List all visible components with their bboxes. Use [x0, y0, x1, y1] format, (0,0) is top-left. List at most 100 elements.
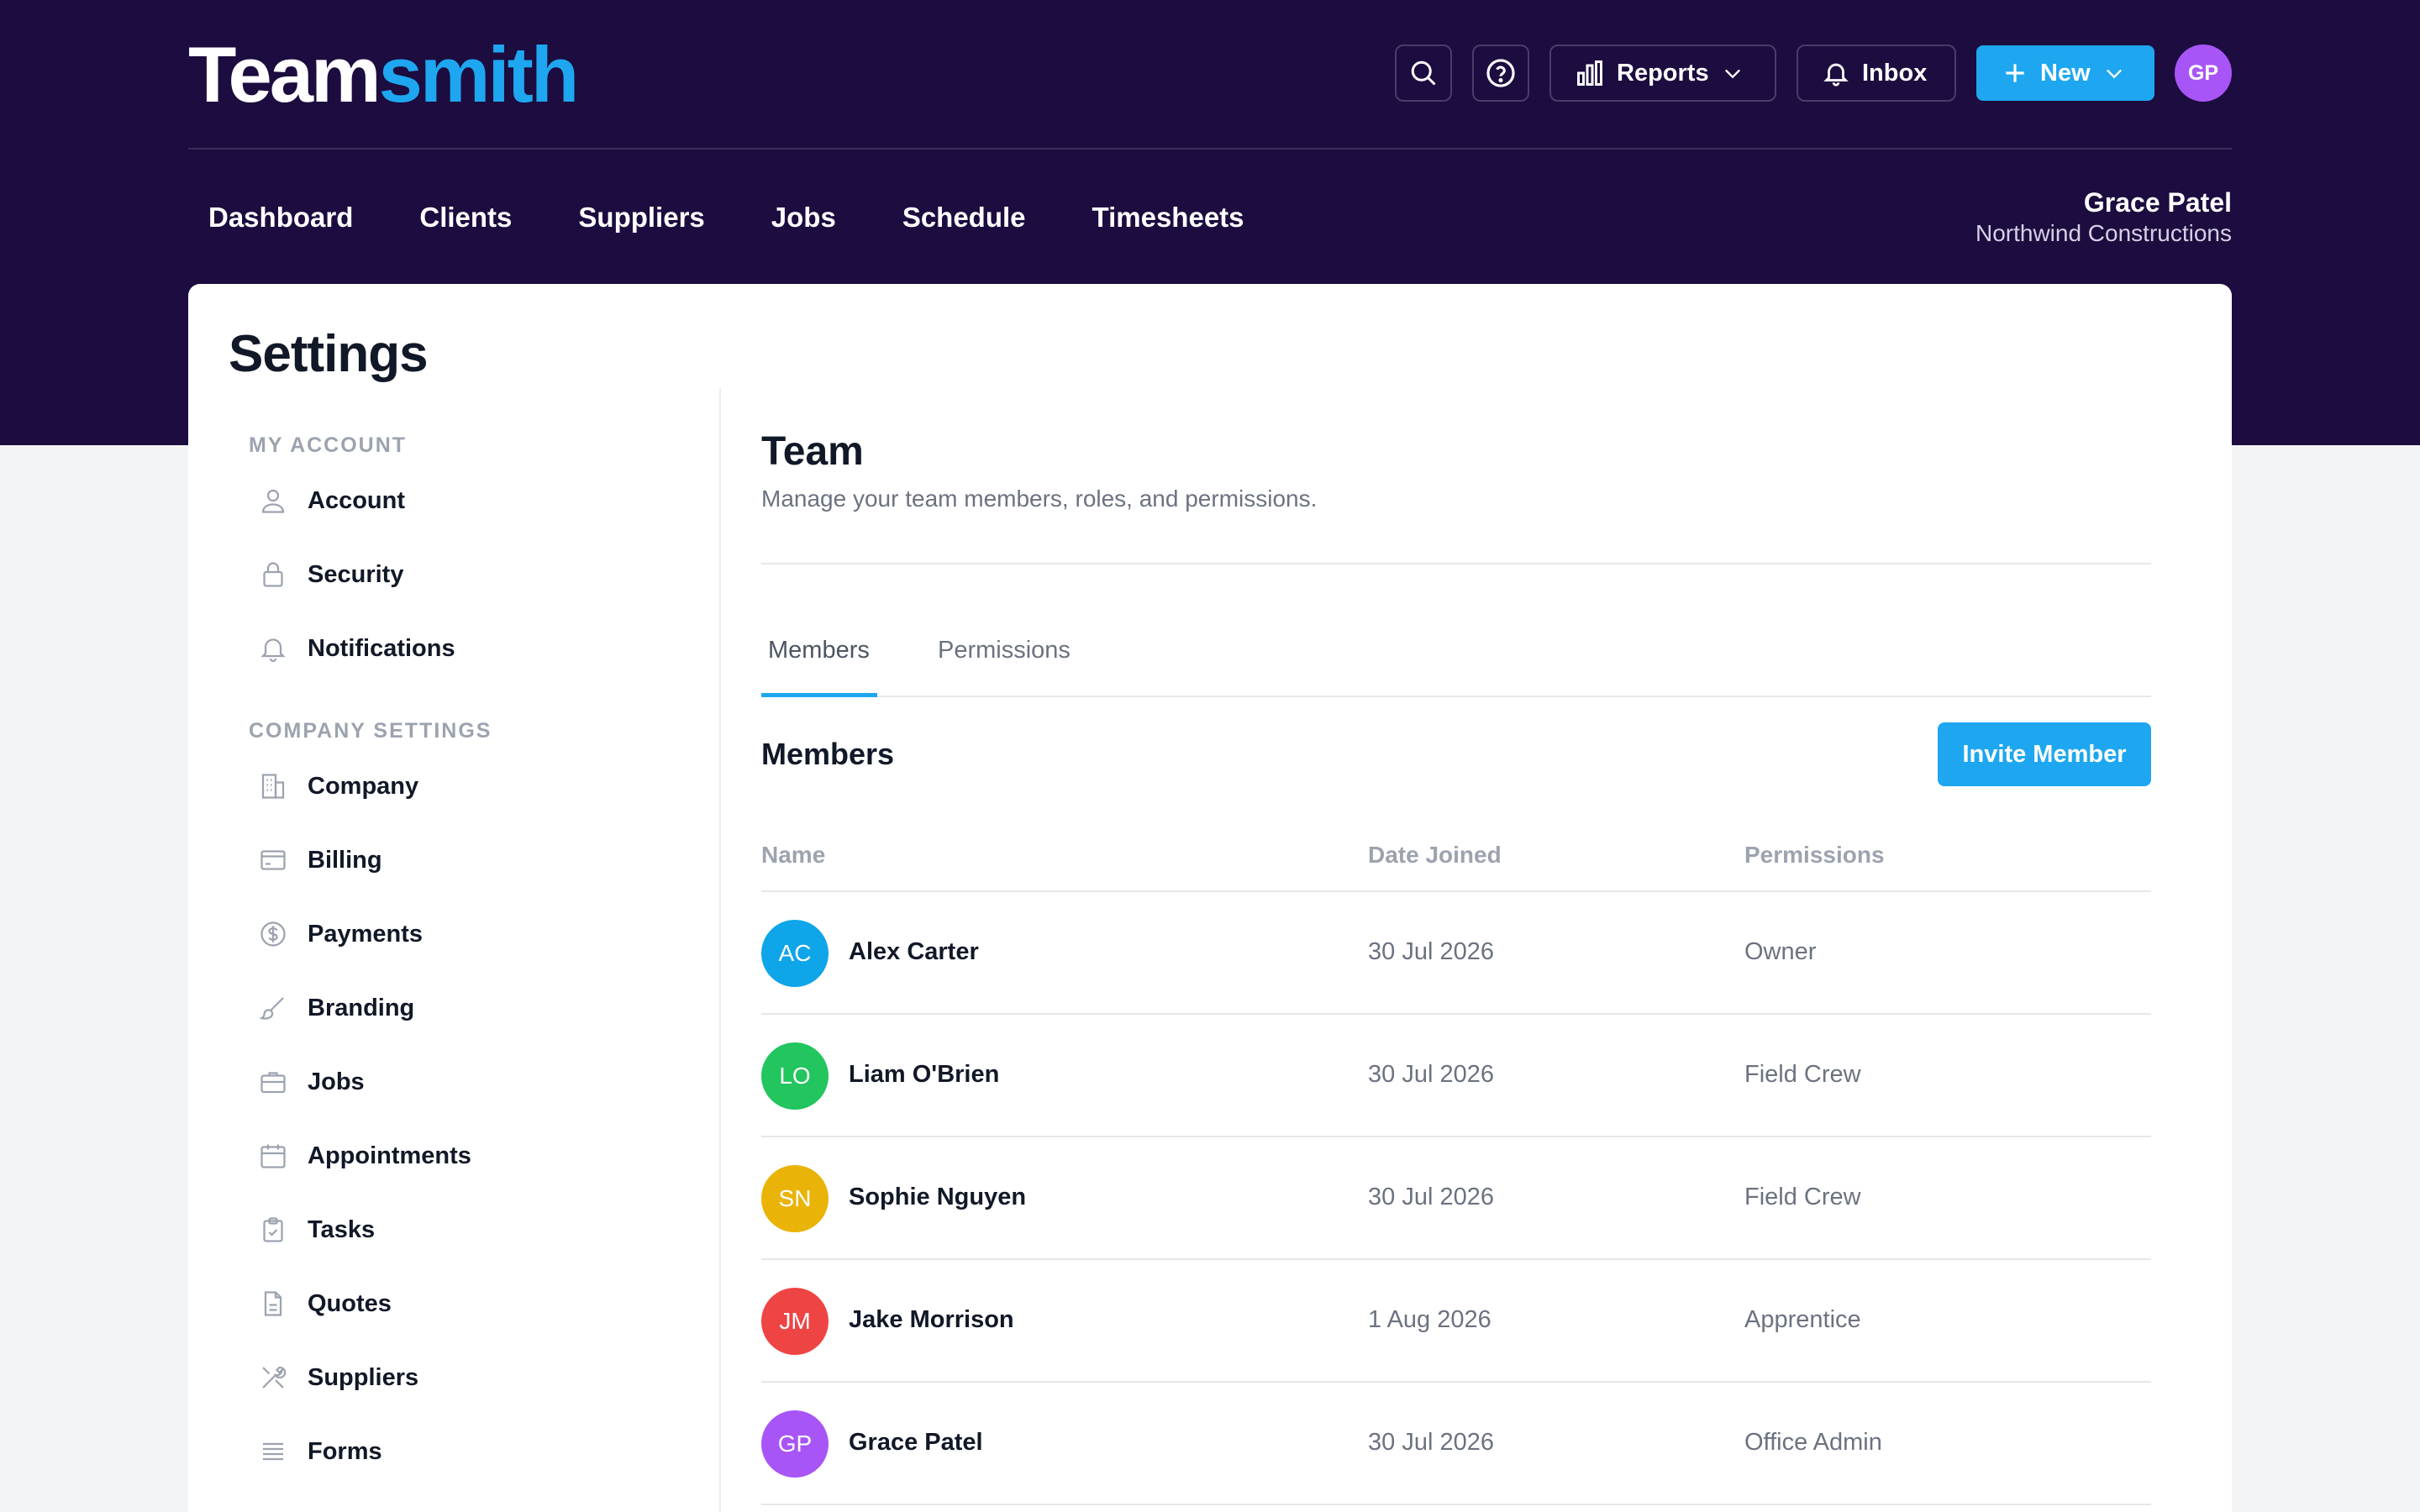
member-avatar: LO [761, 1042, 829, 1110]
sidebar-item-forms[interactable]: Forms [229, 1415, 699, 1488]
member-name[interactable]: Alex Carter [849, 938, 979, 966]
sidebar-item-label: Quotes [308, 1289, 392, 1317]
tab-members[interactable]: Members [768, 627, 870, 697]
sidebar-item-suppliers[interactable]: Suppliers [229, 1341, 699, 1415]
header-actions: Reports Inbox New GP [1395, 44, 2232, 102]
sidebar-item-label: Forms [308, 1437, 382, 1465]
table-row[interactable]: JM Jake Morrison 1 Aug 2026 Apprentice [761, 1260, 2151, 1383]
reports-label: Reports [1617, 59, 1709, 87]
column-header-date-joined[interactable]: Date Joined [1368, 842, 1502, 869]
sidebar-item-quotes[interactable]: Quotes [229, 1267, 699, 1341]
sidebar-item-tasks[interactable]: Tasks [229, 1193, 699, 1267]
member-avatar: GP [761, 1410, 829, 1478]
member-permission: Office Admin [1744, 1429, 1882, 1456]
reports-dropdown[interactable]: Reports [1549, 45, 1776, 102]
sidebar-item-label: Account [308, 486, 405, 514]
sidebar-item-security[interactable]: Security [229, 538, 699, 612]
help-button[interactable] [1472, 45, 1529, 102]
member-name[interactable]: Liam O'Brien [849, 1061, 999, 1089]
active-tab-indicator [761, 693, 877, 697]
divider [761, 563, 2151, 564]
member-permission: Field Crew [1744, 1061, 1861, 1088]
sidebar-item-label: Branding [308, 994, 415, 1021]
table-row[interactable]: SN Sophie Nguyen 30 Jul 2026 Field Crew [761, 1137, 2151, 1260]
table-header: Name Date Joined Permissions [761, 832, 2151, 892]
sidebar-item-appointments[interactable]: Appointments [229, 1119, 699, 1193]
sidebar-item-label: Notifications [308, 634, 455, 662]
members-heading: Members [761, 737, 895, 771]
column-header-permissions[interactable]: Permissions [1744, 842, 1885, 869]
brush-icon [257, 992, 289, 1024]
member-date-joined: 30 Jul 2026 [1368, 1184, 1494, 1210]
sidebar-item-notifications[interactable]: Notifications [229, 612, 699, 685]
settings-card: Settings MY ACCOUNT Account Security Not… [188, 284, 2232, 1512]
members-header: Members Invite Member [761, 722, 2151, 786]
nav-item-schedule[interactable]: Schedule [902, 202, 1026, 234]
new-label: New [2040, 59, 2091, 87]
member-name[interactable]: Grace Patel [849, 1429, 983, 1457]
user-info[interactable]: Grace Patel Northwind Constructions [1975, 185, 2232, 247]
sidebar-item-payments[interactable]: Payments [229, 897, 699, 971]
bell-icon [1822, 59, 1850, 87]
sidebar-item-billing[interactable]: Billing [229, 823, 699, 897]
member-avatar: AC [761, 920, 829, 987]
user-icon [257, 485, 289, 517]
invite-member-button[interactable]: Invite Member [1938, 722, 2151, 786]
table-row[interactable]: GP Grace Patel 30 Jul 2026 Office Admin [761, 1383, 2151, 1505]
member-date-joined: 1 Aug 2026 [1368, 1306, 1491, 1333]
tab-permissions[interactable]: Permissions [938, 627, 1071, 697]
plus-icon [2002, 60, 2028, 87]
sidebar-item-account[interactable]: Account [229, 464, 699, 538]
briefcase-icon [257, 1066, 289, 1098]
user-avatar[interactable]: GP [2175, 45, 2232, 102]
lock-icon [257, 559, 289, 591]
sidebar-item-label: Security [308, 560, 404, 588]
top-header: Teamsmith Reports Inbox New GP [188, 0, 2232, 150]
main-nav: Dashboard Clients Suppliers Jobs Schedul… [208, 197, 1244, 239]
sidebar-divider [719, 388, 721, 1512]
sidebar-heading-my-account: MY ACCOUNT [249, 433, 408, 457]
document-icon [257, 1288, 289, 1320]
sidebar-item-label: Tasks [308, 1215, 376, 1243]
members-table: Name Date Joined Permissions AC Alex Cart… [761, 832, 2151, 1505]
list-icon [257, 1436, 289, 1467]
member-date-joined: 30 Jul 2026 [1368, 938, 1494, 965]
credit-card-icon [257, 844, 289, 876]
sidebar-item-label: Billing [308, 846, 382, 874]
table-row[interactable]: AC Alex Carter 30 Jul 2026 Owner [761, 892, 2151, 1015]
dollar-circle-icon [257, 918, 289, 950]
sidebar-item-label: Jobs [308, 1068, 365, 1095]
app-logo[interactable]: Teamsmith [188, 35, 579, 114]
nav-item-timesheets[interactable]: Timesheets [1092, 202, 1244, 234]
settings-sidebar: MY ACCOUNT Account Security Notification… [229, 427, 699, 1488]
page-title: Settings [229, 325, 429, 383]
table-row[interactable]: LO Liam O'Brien 30 Jul 2026 Field Crew [761, 1015, 2151, 1137]
team-panel: Team Manage your team members, roles, an… [761, 428, 2151, 1505]
sidebar-heading-company-settings: COMPANY SETTINGS [249, 719, 492, 743]
new-dropdown-button[interactable]: New [1976, 45, 2154, 101]
search-button[interactable] [1395, 45, 1452, 102]
member-avatar: SN [761, 1165, 829, 1232]
clipboard-check-icon [257, 1214, 289, 1246]
section-title: Team [761, 429, 864, 474]
nav-item-jobs[interactable]: Jobs [771, 202, 836, 234]
sidebar-item-label: Payments [308, 920, 424, 948]
help-icon [1485, 57, 1517, 89]
calendar-icon [257, 1140, 289, 1172]
nav-item-clients[interactable]: Clients [419, 202, 512, 234]
inbox-label: Inbox [1862, 59, 1928, 87]
section-subtitle: Manage your team members, roles, and per… [761, 486, 1318, 512]
member-name[interactable]: Jake Morrison [849, 1306, 1014, 1334]
member-permission: Field Crew [1744, 1184, 1861, 1210]
tools-icon [257, 1362, 289, 1394]
sidebar-item-jobs[interactable]: Jobs [229, 1045, 699, 1119]
inbox-button[interactable]: Inbox [1797, 45, 1956, 102]
nav-item-dashboard[interactable]: Dashboard [208, 202, 353, 234]
nav-item-suppliers[interactable]: Suppliers [578, 202, 704, 234]
member-name[interactable]: Sophie Nguyen [849, 1184, 1026, 1211]
sidebar-item-company[interactable]: Company [229, 749, 699, 823]
sidebar-item-branding[interactable]: Branding [229, 971, 699, 1045]
team-tabs: Members Permissions [761, 627, 2151, 697]
member-avatar: JM [761, 1288, 829, 1355]
column-header-name[interactable]: Name [761, 842, 825, 869]
